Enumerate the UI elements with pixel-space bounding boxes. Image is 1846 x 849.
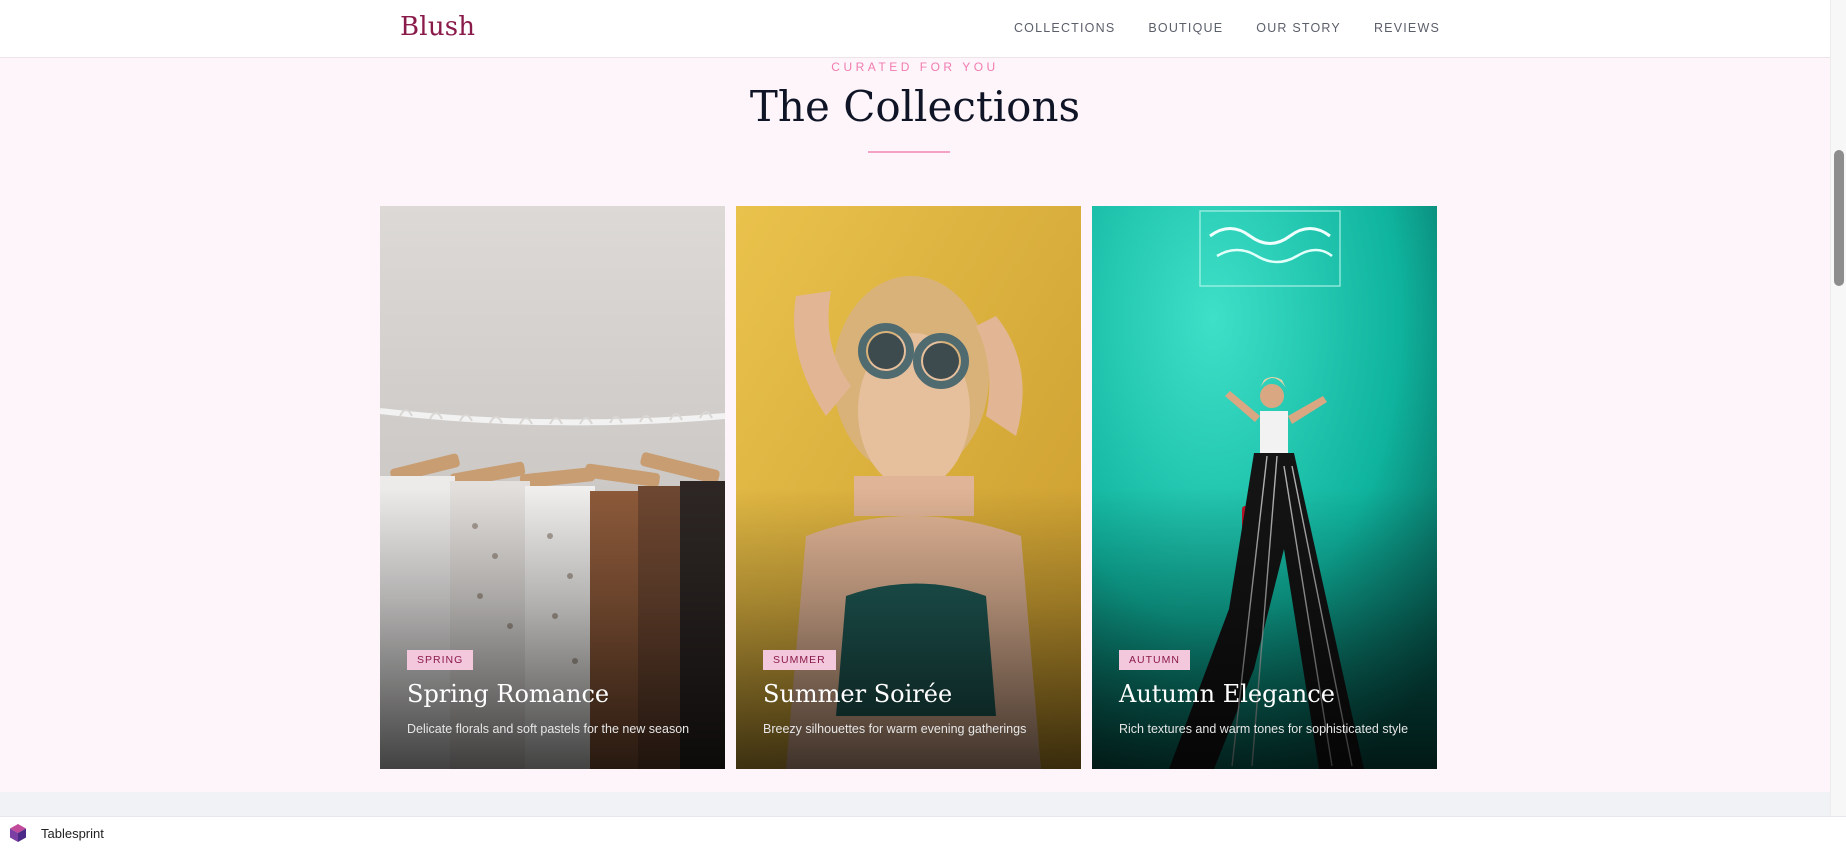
nav-link-our-story[interactable]: OUR STORY [1256, 21, 1341, 35]
season-badge: SPRING [407, 650, 474, 670]
bottom-status-bar: Tablesprint [0, 816, 1846, 849]
collection-card-spring[interactable]: SPRING Spring Romance Delicate florals a… [380, 206, 725, 769]
footer-band [0, 792, 1830, 816]
season-badge: AUTUMN [1119, 650, 1190, 670]
season-badge: SUMMER [763, 650, 836, 670]
section-eyebrow: CURATED FOR YOU [831, 60, 999, 74]
scrollbar-thumb[interactable] [1834, 150, 1844, 286]
nav-link-boutique[interactable]: BOUTIQUE [1148, 21, 1223, 35]
tablesprint-logo-icon [10, 824, 26, 842]
section-title: The Collections [749, 82, 1081, 131]
title-divider [868, 151, 950, 153]
nav-link-collections[interactable]: COLLECTIONS [1014, 21, 1115, 35]
card-description: Breezy silhouettes for warm evening gath… [763, 722, 1027, 736]
card-info: AUTUMN Autumn Elegance Rich textures and… [1119, 650, 1417, 739]
brand-logo[interactable]: Blush [400, 12, 475, 42]
app-name: Tablesprint [41, 826, 104, 841]
page: Blush COLLECTIONS BOUTIQUE OUR STORY REV… [0, 0, 1846, 849]
nav-link-reviews[interactable]: REVIEWS [1374, 21, 1440, 35]
card-title: Summer Soirée [763, 680, 953, 708]
top-navigation: Blush COLLECTIONS BOUTIQUE OUR STORY REV… [0, 0, 1830, 58]
card-title: Autumn Elegance [1119, 680, 1335, 708]
card-info: SUMMER Summer Soirée Breezy silhouettes … [763, 650, 1061, 739]
vertical-scrollbar[interactable] [1830, 0, 1846, 816]
card-info: SPRING Spring Romance Delicate florals a… [407, 650, 705, 739]
card-description: Rich textures and warm tones for sophist… [1119, 722, 1409, 736]
card-title: Spring Romance [407, 680, 610, 708]
collection-card-autumn[interactable]: AUTUMN Autumn Elegance Rich textures and… [1092, 206, 1437, 769]
collection-card-summer[interactable]: SUMMER Summer Soirée Breezy silhouettes … [736, 206, 1081, 769]
nav-links: COLLECTIONS BOUTIQUE OUR STORY REVIEWS [1014, 21, 1440, 35]
card-description: Delicate florals and soft pastels for th… [407, 722, 690, 736]
